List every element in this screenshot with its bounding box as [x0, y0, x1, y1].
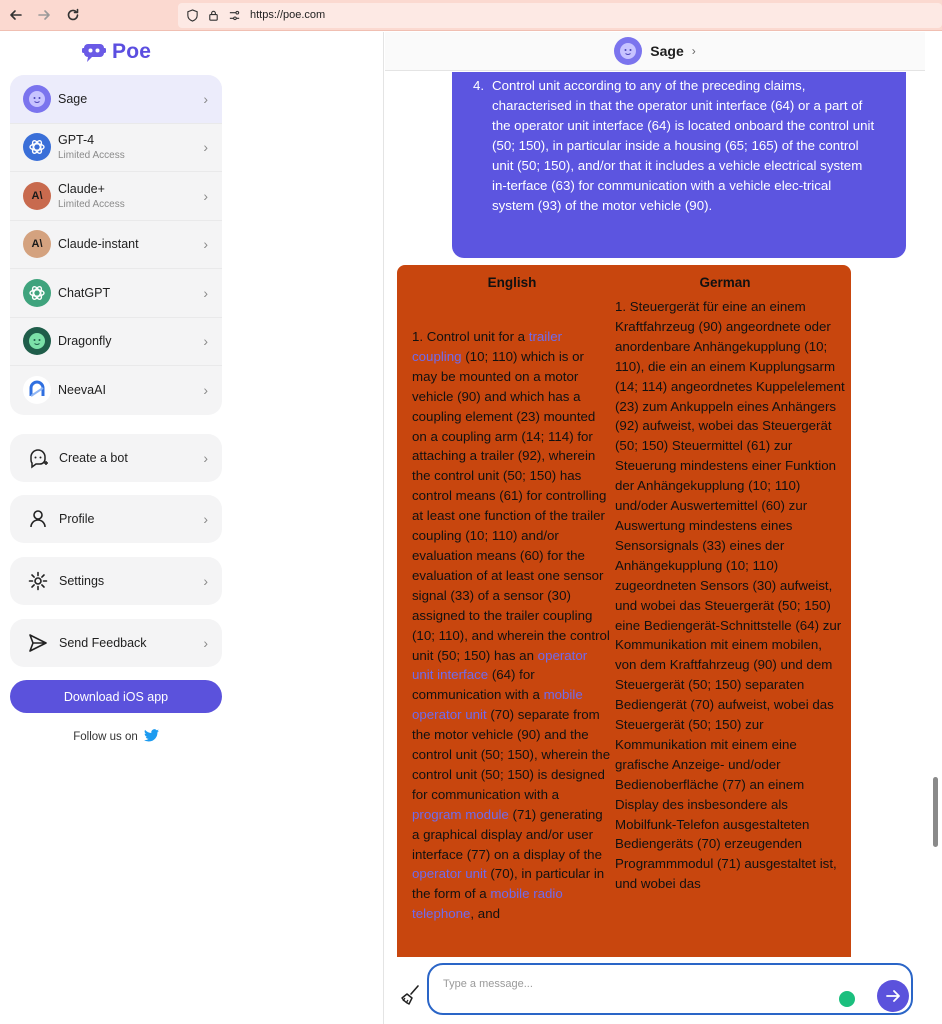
german-text: 1. Steuergerät für eine an einem Kraftfa…	[615, 299, 845, 892]
bot-list: Sage › GPT-4 Limited Access › A\ Claude+ L…	[10, 75, 222, 415]
bot-name: GPT-4	[58, 133, 95, 148]
shield-icon	[187, 9, 198, 22]
poe-logo[interactable]: Poe	[82, 40, 151, 64]
chat-area: Sage › 4. Control unit according to any …	[385, 32, 942, 1024]
chevron-right-icon: ›	[203, 284, 208, 301]
chevron-right-icon: ›	[203, 139, 208, 156]
forward-arrow-icon[interactable]	[36, 7, 52, 23]
bot-name: ChatGPT	[58, 285, 111, 300]
create-bot-label: Create a bot	[59, 451, 128, 465]
bot-item-dragonfly[interactable]: Dragonfly ›	[10, 318, 222, 366]
gear-icon	[27, 570, 49, 592]
back-arrow-icon[interactable]	[8, 7, 24, 23]
text-run: 1. Control unit for a	[412, 329, 529, 344]
user-message-text: Control unit according to any of the pre…	[492, 78, 875, 213]
create-bot-button[interactable]: Create a bot ›	[10, 434, 222, 482]
message-composer	[385, 957, 925, 1024]
profile-label: Profile	[59, 512, 95, 526]
bot-item-claude-instant[interactable]: A\ Claude-instant ›	[10, 221, 222, 269]
sidebar: Poe Sage › GPT-4 Limited Access › A\ Clau…	[0, 32, 384, 1024]
arrow-right-icon	[886, 990, 900, 1002]
column-header-english: English	[487, 275, 537, 290]
sage-avatar-icon	[614, 37, 643, 65]
send-feedback-label: Send Feedback	[59, 636, 147, 650]
bot-name: Sage	[58, 91, 88, 106]
create-bot-icon	[27, 447, 49, 469]
openai-icon	[23, 133, 51, 162]
highlighted-term[interactable]: operator unit	[412, 866, 487, 881]
download-ios-app-button[interactable]: Download iOS app	[10, 680, 222, 713]
text-run: , and	[470, 906, 500, 922]
chat-header-name: Sage	[650, 43, 684, 59]
sage-avatar-icon	[23, 84, 51, 113]
chevron-right-icon: ›	[203, 90, 208, 107]
permissions-icon[interactable]	[228, 9, 241, 22]
chevron-right-icon: ›	[203, 635, 208, 651]
url-text: https://poe.com	[250, 9, 326, 21]
message-input[interactable]	[443, 975, 823, 993]
bot-name: NeevaAI	[58, 383, 106, 398]
lock-icon	[209, 10, 218, 21]
chevron-right-icon: ›	[203, 236, 208, 253]
anthropic-icon: A\	[23, 230, 51, 259]
chevron-right-icon: ›	[203, 573, 208, 589]
chevron-right-icon: ›	[203, 187, 208, 204]
highlighted-term[interactable]: program module	[412, 807, 509, 822]
chat-header[interactable]: Sage ›	[385, 32, 925, 71]
scrollbar-thumb[interactable]	[933, 777, 938, 847]
logo-text: Poe	[112, 40, 152, 63]
list-number: 4.	[473, 78, 485, 93]
anthropic-icon: A\	[23, 181, 51, 210]
clear-context-broom-icon[interactable]	[399, 984, 421, 1006]
address-bar[interactable]: https://poe.com	[178, 3, 942, 28]
dragonfly-avatar-icon	[23, 327, 51, 356]
browser-toolbar: https://poe.com	[0, 0, 942, 31]
reload-icon[interactable]	[65, 7, 81, 23]
neeva-icon	[23, 376, 51, 405]
bot-item-gpt4[interactable]: GPT-4 Limited Access ›	[10, 124, 222, 172]
bot-message: English German 1. Control unit for a tra…	[397, 265, 851, 965]
chevron-right-icon: ›	[203, 450, 208, 466]
bot-subtitle: Limited Access	[58, 150, 125, 162]
send-message-button[interactable]	[877, 980, 909, 1012]
loading-spinner-icon	[839, 991, 855, 1007]
send-feedback-button[interactable]: Send Feedback ›	[10, 619, 222, 667]
openai-icon	[23, 278, 51, 307]
send-icon	[27, 632, 49, 654]
follow-us: Follow us on	[10, 728, 222, 746]
scrollbar[interactable]	[925, 72, 942, 992]
bot-name: Claude-instant	[58, 237, 139, 252]
bot-item-sage[interactable]: Sage ›	[10, 75, 222, 124]
user-icon	[27, 508, 49, 530]
text-run: (10; 110) which is or may be mounted on …	[412, 348, 610, 663]
column-header-german: German	[699, 275, 751, 290]
user-message: 4. Control unit according to any of the …	[452, 72, 906, 258]
follow-label: Follow us on	[73, 731, 138, 743]
profile-button[interactable]: Profile ›	[10, 495, 222, 543]
english-text: 1. Control unit for a trailer coupling (…	[412, 327, 612, 924]
bot-item-claude-plus[interactable]: A\ Claude+ Limited Access ›	[10, 172, 222, 221]
bot-subtitle: Limited Access	[58, 198, 125, 210]
chevron-right-icon: ›	[691, 44, 696, 58]
twitter-icon[interactable]	[143, 729, 159, 745]
bot-name: Dragonfly	[58, 334, 112, 349]
chevron-right-icon: ›	[203, 382, 208, 399]
settings-button[interactable]: Settings ›	[10, 557, 222, 605]
bot-item-neevaai[interactable]: NeevaAI ›	[10, 366, 222, 415]
bot-item-chatgpt[interactable]: ChatGPT ›	[10, 269, 222, 318]
chevron-right-icon: ›	[203, 511, 208, 527]
chevron-right-icon: ›	[203, 333, 208, 350]
bot-name: Claude+	[58, 181, 105, 196]
settings-label: Settings	[59, 574, 105, 588]
poe-logo-icon	[82, 44, 106, 62]
message-input-wrapper[interactable]	[427, 963, 913, 1015]
